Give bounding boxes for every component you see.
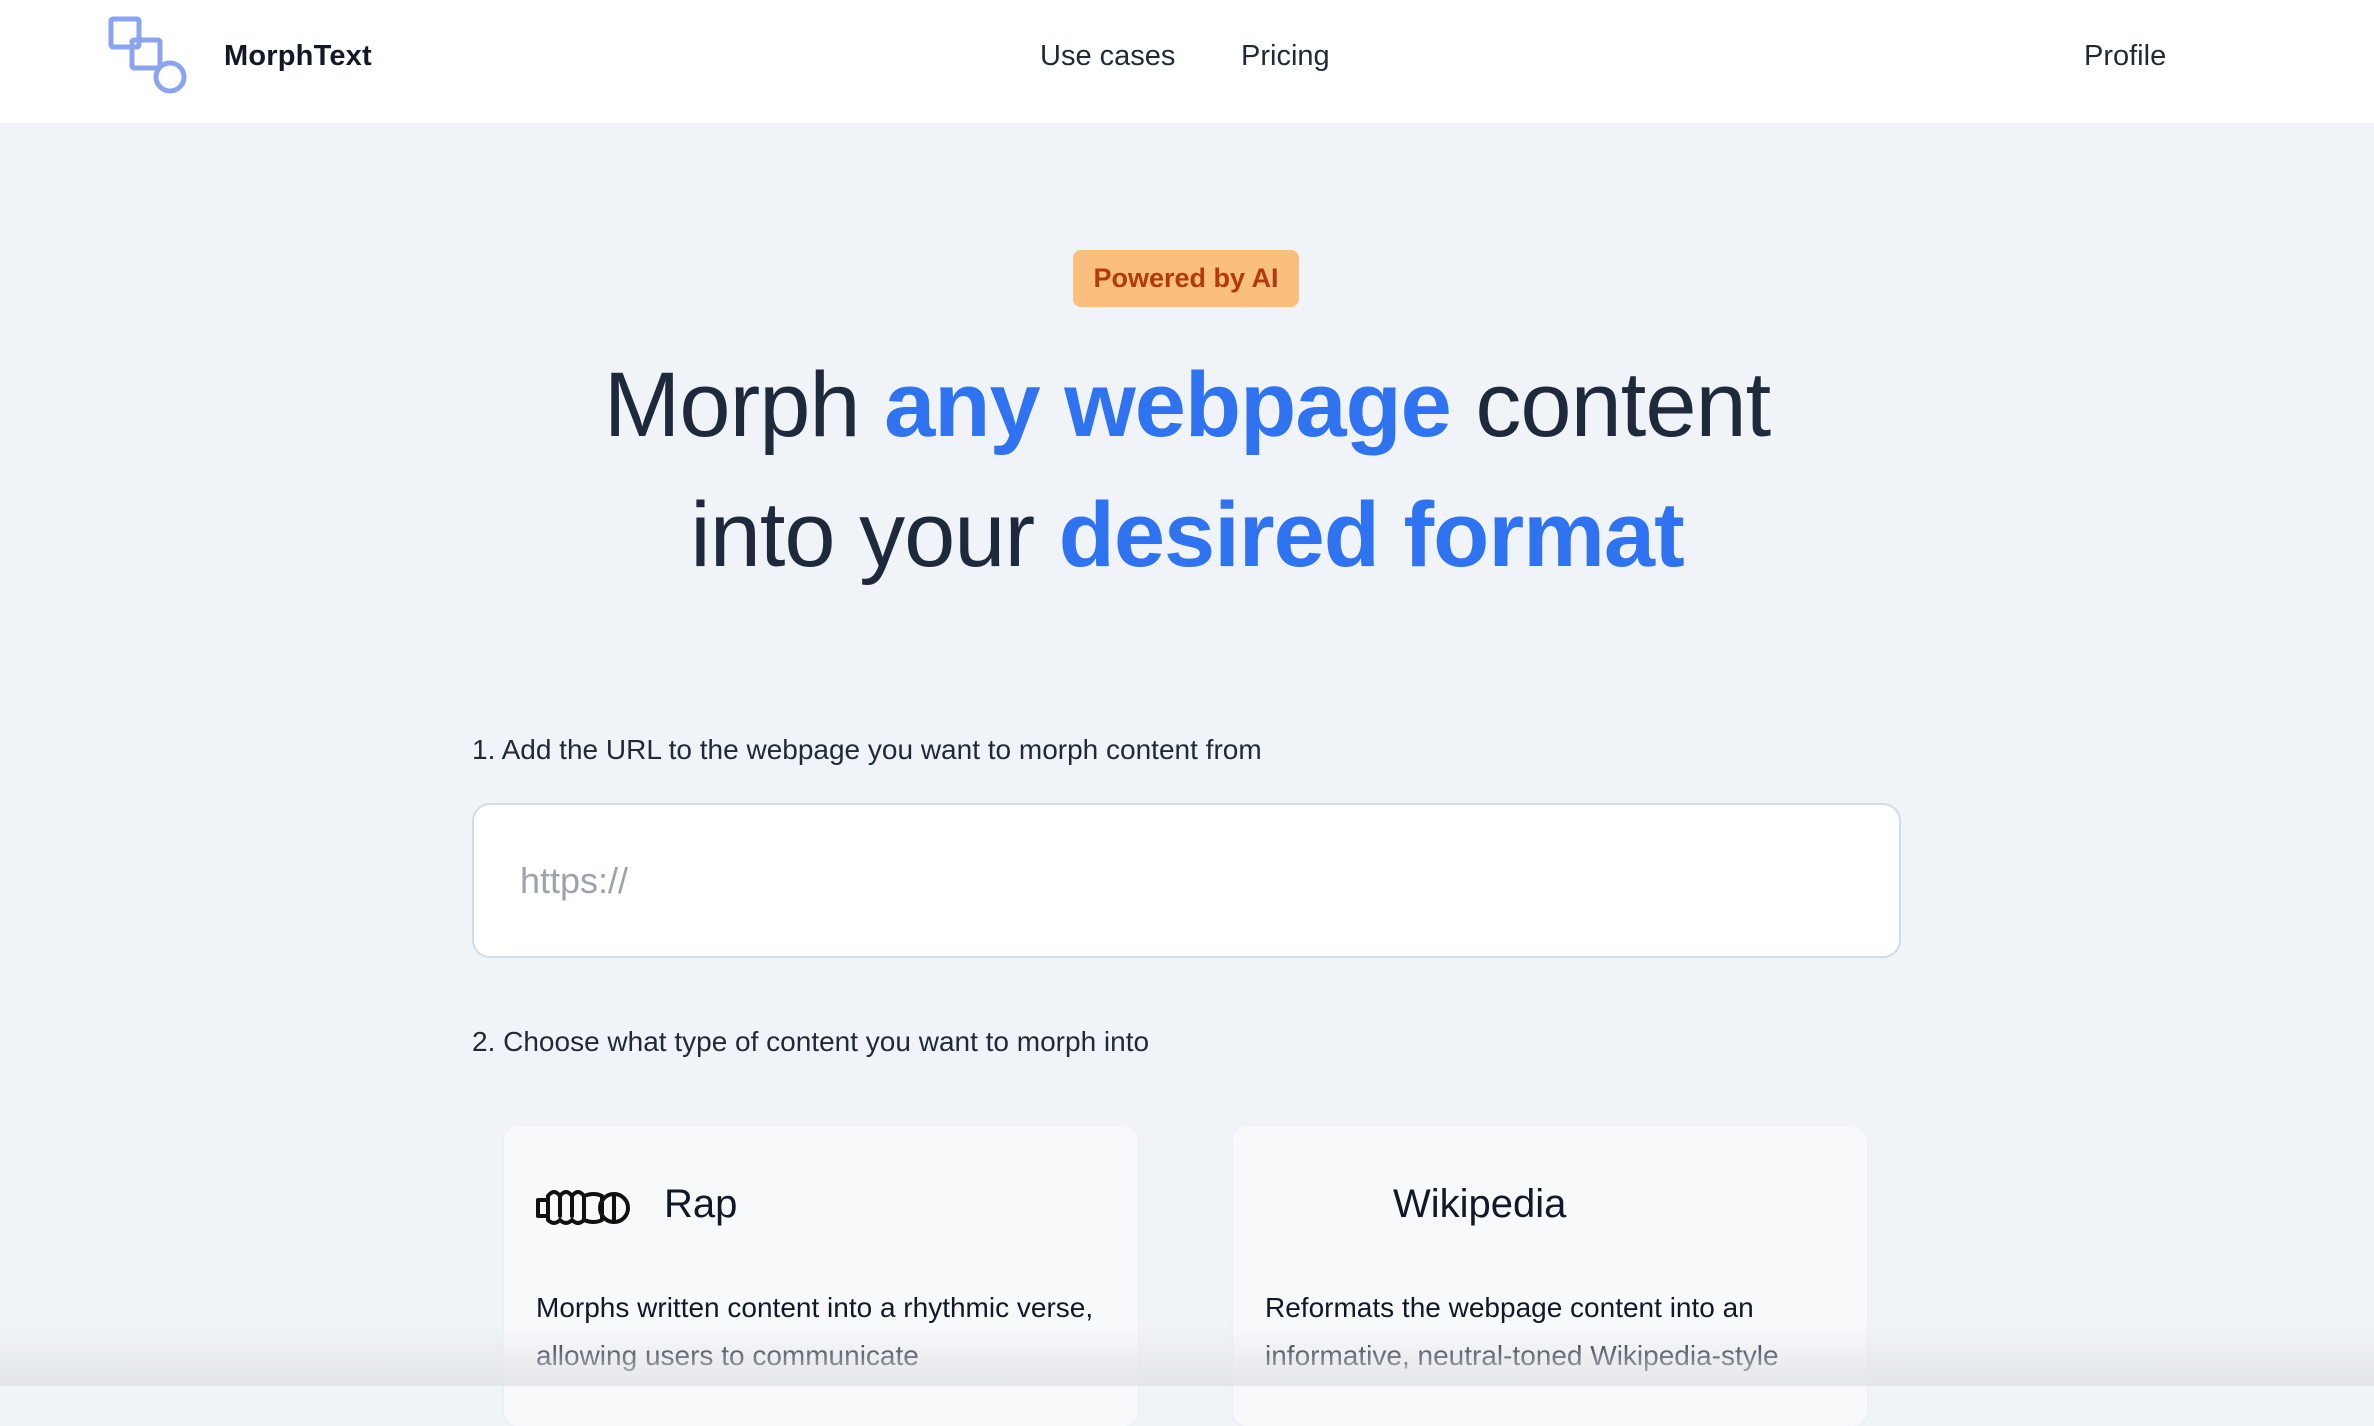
step1-label: 1. Add the URL to the webpage you want t… [472,734,1262,765]
headline-text: content [1450,354,1771,456]
squares-circle-logo-icon[interactable] [108,16,188,96]
card-title: Wikipedia [1393,1182,1567,1226]
headline-line2: into your desired format [690,484,1685,586]
content-type-card-rap[interactable]: Rap Morphs written content into a rhythm… [504,1126,1138,1426]
card-description: Morphs written content into a rhythmic v… [536,1292,1094,1371]
headline-accent: desired format [1058,484,1685,586]
headline-accent: any webpage [884,354,1452,456]
bottom-fade [0,1326,2374,1386]
nav-pricing-link[interactable]: Pricing [1241,40,1330,73]
step2-label: 2. Choose what type of content you want … [472,1026,1150,1057]
microphone-icon [536,1190,630,1225]
headline-text: into your [690,484,1059,586]
headline-line1: Morph any webpage content [603,354,1771,456]
nav-use-cases-link[interactable]: Use cases [1040,40,1175,73]
url-input[interactable] [472,803,1901,958]
content-type-card-wikipedia[interactable]: Wikipedia Reformats the webpage content … [1233,1126,1867,1426]
top-navbar: MorphText Use cases Pricing Profile [0,0,2374,123]
headline-text: Morph [603,354,885,456]
hero-headline: Morph any webpage content into your desi… [0,340,2374,600]
nav-profile-link[interactable]: Profile [2084,40,2166,73]
powered-by-ai-badge: Powered by AI [1073,250,1299,307]
brand-name[interactable]: MorphText [224,40,372,73]
card-description: Reformats the webpage content into an in… [1265,1292,1779,1371]
card-title: Rap [664,1182,738,1226]
